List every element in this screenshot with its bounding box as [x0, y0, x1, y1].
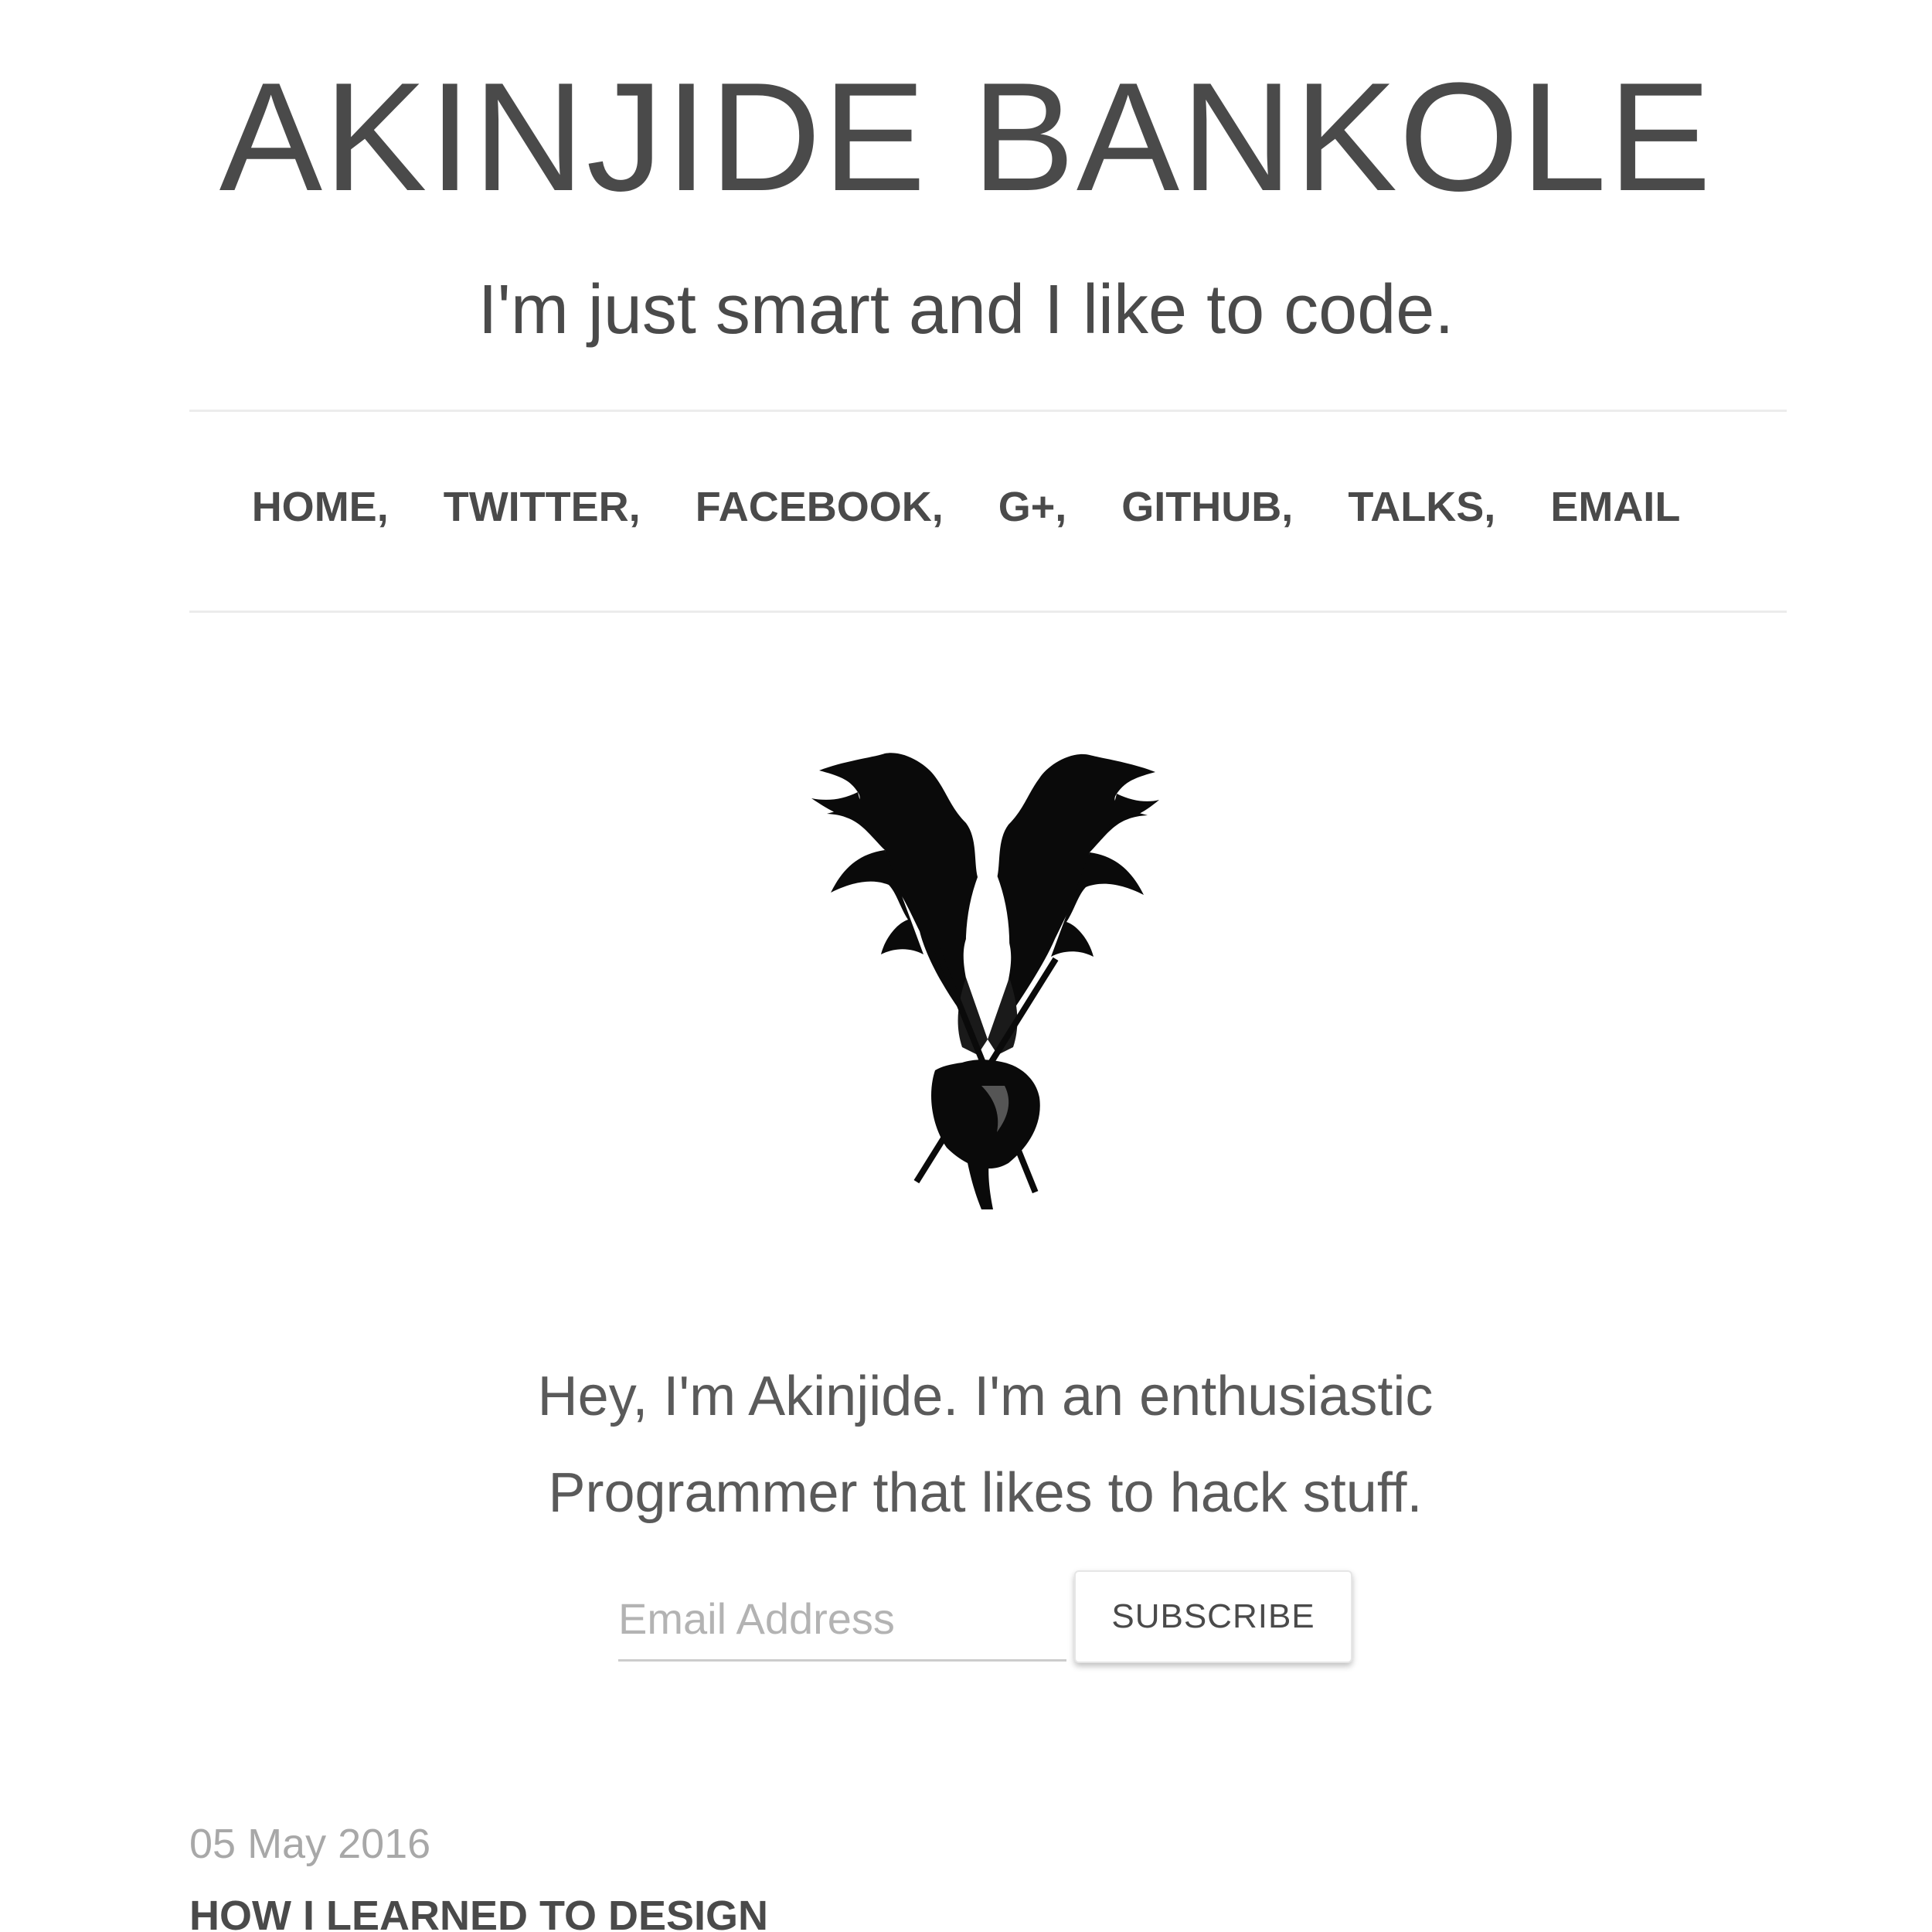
nav-item-github[interactable]: GITHUB, — [1121, 483, 1293, 531]
post-title-link[interactable]: HOW I LEARNED TO DESIGN — [189, 1892, 768, 1932]
nav-item-twitter[interactable]: TWITTER, — [444, 483, 641, 531]
nav-divider-bottom — [189, 611, 1787, 613]
email-input[interactable] — [618, 1578, 1066, 1662]
site-tagline: I'm just smart and I like to code. — [478, 271, 1454, 349]
main-nav: HOME, TWITTER, FACEBOOK, G+, GITHUB, TAL… — [0, 483, 1932, 531]
nav-item-home[interactable]: HOME, — [252, 483, 389, 531]
nav-item-facebook[interactable]: FACEBOOK, — [696, 483, 944, 531]
intro-line-1: Hey, I'm Akinjide. I'm an enthusiastic — [537, 1366, 1434, 1427]
site-title[interactable]: AKINJIDE BANKOLE — [0, 60, 1932, 215]
nav-divider-top — [189, 410, 1787, 412]
post-date: 05 May 2016 — [189, 1821, 431, 1867]
nav-item-talks[interactable]: TALKS, — [1348, 483, 1495, 531]
subscribe-button[interactable]: SUBSCRIBE — [1074, 1570, 1352, 1663]
winged-figure-logo-icon — [811, 746, 1159, 1209]
intro-text: Hey, I'm Akinjide. I'm an enthusiastic P… — [425, 1349, 1546, 1542]
intro-line-2: Programmer that likes to hack stuff. — [548, 1462, 1423, 1524]
nav-item-email[interactable]: EMAIL — [1550, 483, 1680, 531]
subscribe-form: SUBSCRIBE — [618, 1570, 1360, 1671]
nav-item-google-plus[interactable]: G+, — [998, 483, 1067, 531]
